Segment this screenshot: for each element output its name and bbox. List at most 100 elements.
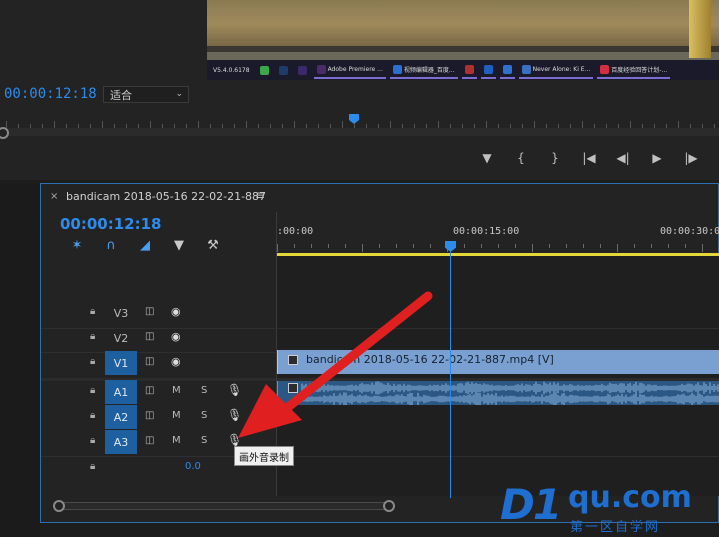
taskbar-item [480, 61, 496, 79]
monitor-timecode[interactable]: 00:00:12:18 [4, 86, 97, 102]
taskbar-item: V5.4.0.6178 [210, 62, 253, 78]
solo-toggle[interactable]: S [201, 385, 207, 396]
eye-icon[interactable]: ◉ [171, 305, 181, 318]
track-target-toggle[interactable]: A1 [105, 380, 137, 404]
solo-toggle[interactable]: S [201, 410, 207, 421]
taskbar-label: 视频编辑器_百度... [403, 66, 455, 74]
ruler-tick [342, 121, 343, 128]
taskbar-item [461, 61, 477, 79]
ruler-tick [294, 244, 295, 248]
lock-icon[interactable]: 🔒︎ [90, 306, 95, 317]
green-circle-icon [259, 65, 269, 75]
go-to-in-button[interactable]: |◀ [572, 148, 606, 168]
ruler-tick [413, 244, 414, 248]
playhead-line [450, 252, 451, 498]
mark-in-button[interactable]: { [504, 148, 538, 168]
microphone-icon[interactable]: 🎙︎ [227, 383, 242, 397]
play-button[interactable]: ▶ [640, 148, 674, 168]
voiceover-tooltip: 画外音录制 [234, 446, 294, 466]
timeline-zoom-scrollbar[interactable] [53, 500, 395, 512]
eye-icon[interactable]: ◉ [171, 355, 181, 368]
mark-out-button[interactable]: } [538, 148, 572, 168]
solo-toggle[interactable]: S [201, 435, 207, 446]
sync-lock-icon[interactable]: ◫ [145, 331, 154, 342]
ruler-tick [534, 121, 535, 128]
close-tab-icon[interactable]: × [50, 191, 58, 202]
ruler-tick [430, 244, 431, 248]
timeline-ruler[interactable]: :00:00 00:00:15:00 00:00:30:00 [277, 212, 719, 256]
track-target-toggle[interactable]: V3 [105, 301, 137, 325]
monitor-zoom-scrollbar[interactable] [0, 127, 719, 139]
lock-icon[interactable]: 🔒︎ [90, 385, 95, 396]
add-marker-icon[interactable]: ▼ [162, 236, 196, 254]
ruler-tick [583, 244, 584, 248]
mute-toggle[interactable]: M [172, 410, 181, 421]
lock-icon[interactable]: 🔒︎ [90, 435, 95, 446]
ruler-tick [515, 244, 516, 248]
ruler-tick [498, 244, 499, 248]
ruler-tick [617, 244, 618, 252]
ruler-tick [481, 244, 482, 248]
sequence-tab[interactable]: bandicam 2018-05-16 22-02-21-887 [66, 190, 266, 203]
zoom-fit-value: 适合 [110, 88, 132, 102]
lock-icon[interactable]: 🔒︎ [90, 410, 95, 421]
track-target-toggle[interactable]: V1 [105, 351, 137, 375]
step-back-button[interactable]: ◀| [606, 148, 640, 168]
monitor-time-ruler[interactable] [0, 112, 719, 129]
sync-lock-icon[interactable]: ◫ [145, 435, 154, 446]
taskbar-label: V5.4.0.6178 [213, 66, 250, 74]
left-panel-edge [0, 183, 40, 537]
eye-icon[interactable]: ◉ [171, 330, 181, 343]
sync-lock-icon[interactable]: ◫ [145, 385, 154, 396]
snap-magnet-icon[interactable]: ∩ [94, 236, 128, 254]
lock-icon[interactable]: 🔒︎ [90, 461, 95, 472]
ruler-tick [54, 121, 55, 128]
browser-icon [502, 64, 512, 74]
ruler-tick [328, 244, 329, 248]
lock-icon[interactable]: 🔒︎ [90, 356, 95, 367]
lock-icon[interactable]: 🔒︎ [90, 331, 95, 342]
nest-sequence-icon[interactable]: ✶ [60, 236, 94, 254]
audio-clip[interactable] [277, 381, 719, 405]
track-separator [41, 456, 719, 457]
waveform-path [301, 381, 719, 405]
ruler-tick [566, 244, 567, 248]
scroll-handle[interactable] [53, 500, 65, 512]
photoshop-icon [278, 65, 288, 75]
taskbar-item: 百度经验回答计划-... [597, 61, 671, 79]
master-volume-value[interactable]: 0.0 [185, 461, 201, 472]
sync-lock-icon[interactable]: ◫ [145, 306, 154, 317]
track-target-toggle[interactable]: V2 [105, 326, 137, 350]
chevron-down-icon: ⌄ [175, 89, 183, 99]
add-marker-button[interactable]: ▼ [470, 148, 504, 168]
ruler-tick [651, 244, 652, 248]
ruler-label: :00:00 [277, 226, 314, 237]
zoom-fit-select[interactable]: 适合 ⌄ [103, 86, 189, 103]
step-forward-button[interactable]: |▶ [674, 148, 708, 168]
microphone-icon[interactable]: 🎙︎ [227, 433, 242, 447]
linked-selection-icon[interactable]: ◢ [128, 236, 162, 254]
track-target-toggle[interactable]: A3 [105, 430, 137, 454]
ruler-tick [532, 244, 533, 252]
panel-menu-icon[interactable]: ≡ [255, 188, 265, 202]
ruler-tick [294, 121, 295, 128]
mute-toggle[interactable]: M [172, 385, 181, 396]
watermark-brand: D1 [500, 480, 562, 529]
microphone-icon[interactable]: 🎙︎ [227, 408, 242, 422]
site-watermark: D1 qu.com 第一区自学网 [490, 478, 719, 537]
sync-lock-icon[interactable]: ◫ [145, 410, 154, 421]
ruler-tick [464, 244, 465, 248]
taskbar-label: 百度经验回答计划-... [611, 66, 668, 74]
scroll-handle[interactable] [383, 500, 395, 512]
taskbar-item [295, 62, 310, 78]
ruler-tick [277, 244, 278, 252]
timeline-timecode[interactable]: 00:00:12:18 [60, 215, 162, 233]
mute-toggle[interactable]: M [172, 435, 181, 446]
track-header-v1: 🔒︎ V1 ◫ ◉ [41, 351, 276, 375]
ruler-tick [600, 244, 601, 248]
ruler-tick [246, 121, 247, 128]
video-clip[interactable]: bandicam 2018-05-16 22-02-21-887.mp4 [V] [277, 350, 719, 374]
wrench-icon[interactable]: ⚒ [196, 236, 230, 254]
track-target-toggle[interactable]: A2 [105, 405, 137, 429]
sync-lock-icon[interactable]: ◫ [145, 356, 154, 367]
